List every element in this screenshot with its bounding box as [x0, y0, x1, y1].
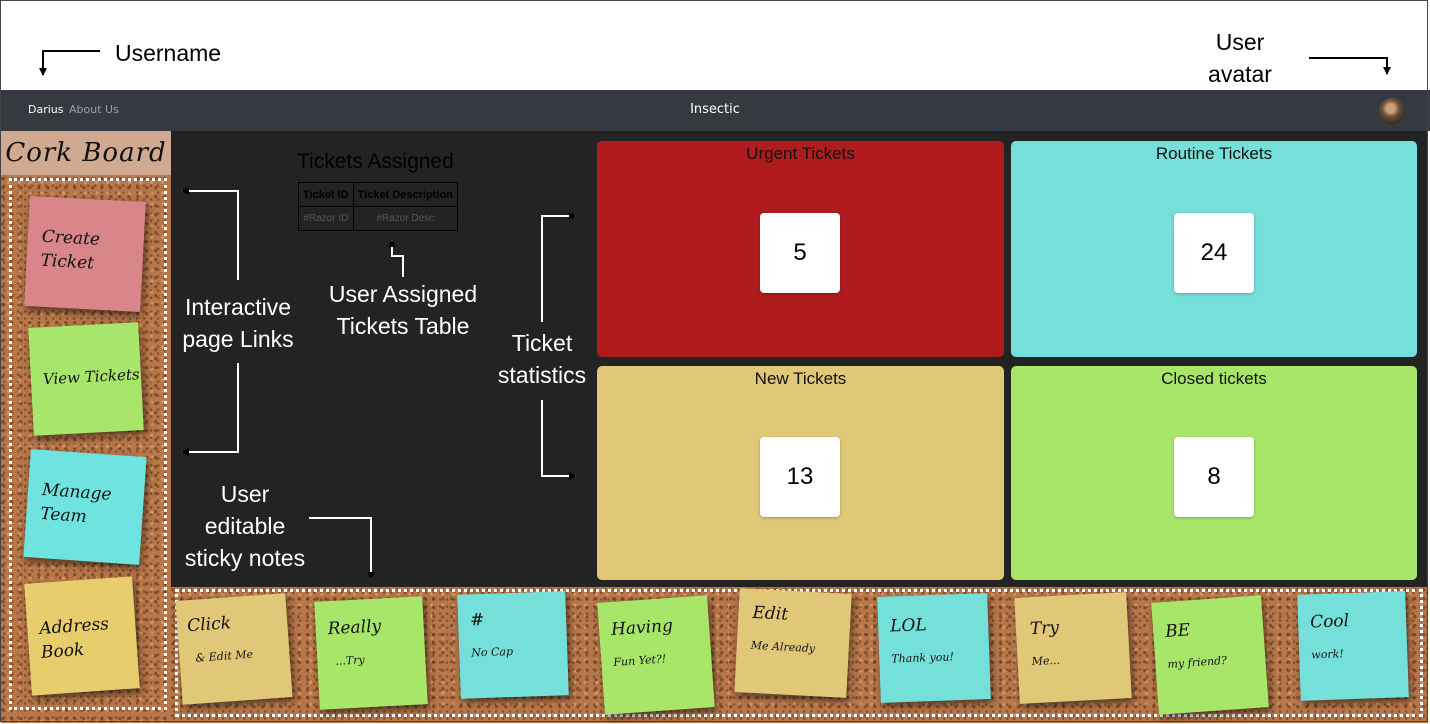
sidebar-cork-board: Cork Board Create Ticket View Tickets Ma…	[1, 131, 171, 723]
annotation-page-links: Interactive page Links	[178, 291, 298, 355]
tickets-assigned-table: Ticket ID Ticket Description #Razor ID #…	[298, 182, 458, 231]
sticky-note-3[interactable]: # No Cap	[457, 591, 569, 699]
routine-tickets-count: 24	[1174, 213, 1254, 293]
sticky-note-body: Me...	[1031, 653, 1061, 669]
arrow-user-avatar	[1309, 57, 1391, 75]
sticky-notes-board: Click & Edit Me Really ...Try # No Cap Havi…	[171, 587, 1428, 723]
annotation-user-avatar: User avatar	[1200, 26, 1280, 90]
sticky-note-body: my friend?	[1167, 653, 1228, 671]
annotation-sticky-notes: User editable sticky notes	[175, 478, 315, 574]
table-cell-ticket-id: #Razor ID	[298, 206, 354, 231]
annotation-username: Username	[115, 40, 222, 66]
user-avatar-icon[interactable]	[1379, 98, 1405, 124]
sticky-note-6[interactable]: LOL Thank you!	[877, 593, 991, 703]
sticky-note-title: Click	[186, 613, 232, 637]
urgent-tickets-count: 5	[760, 213, 840, 293]
new-tickets-count: 13	[760, 437, 840, 517]
sticky-note-body: & Edit Me	[195, 647, 254, 665]
sidebar-note-view-tickets[interactable]: View Tickets	[28, 322, 144, 436]
app-brand-label[interactable]: Insectic	[690, 102, 740, 117]
new-tickets-card[interactable]: New Tickets 13	[597, 366, 1004, 580]
sticky-note-title: Really	[327, 616, 382, 640]
app-brand[interactable]: Insectic	[0, 102, 1430, 117]
table-header-ticket-id: Ticket ID	[298, 182, 354, 207]
sticky-note-body: Thank you!	[891, 650, 955, 666]
annotation-ticket-statistics-line2: statistics	[497, 362, 587, 388]
annotation-ticket-statistics: Ticket statistics	[492, 327, 592, 391]
annotation-sticky-notes-line3: sticky notes	[184, 545, 306, 571]
sticky-note-title: Try	[1029, 617, 1060, 640]
annotation-ticket-statistics-line1: Ticket	[511, 330, 573, 356]
sticky-note-5[interactable]: Edit Me Already	[734, 588, 852, 698]
table-cell-ticket-description: #Razor Desc	[352, 206, 458, 231]
sticky-note-9[interactable]: Cool work!	[1297, 591, 1409, 701]
closed-tickets-title: Closed tickets	[1161, 369, 1267, 388]
routine-tickets-title: Routine Tickets	[1155, 144, 1273, 163]
sidebar-note-manage-team[interactable]: Manage Team	[23, 449, 147, 565]
new-tickets-title: New Tickets	[754, 369, 847, 388]
annotation-page-links-line1: Interactive	[184, 294, 292, 320]
closed-tickets-count: 8	[1174, 437, 1254, 517]
sticky-note-body: work!	[1311, 647, 1344, 662]
annotation-tickets-table-line1: User Assigned	[328, 281, 478, 307]
sticky-note-1[interactable]: Click & Edit Me	[175, 593, 293, 705]
sticky-note-title: Cool	[1309, 611, 1350, 633]
sticky-note-4[interactable]: Having Fun Yet?!	[597, 595, 715, 715]
sidebar-note-label: Manage Team	[39, 479, 113, 528]
annotation-tickets-table-line2: Tickets Table	[336, 313, 470, 339]
annotation-sticky-notes-line1: User	[220, 481, 270, 507]
sticky-note-8[interactable]: BE my friend?	[1151, 595, 1269, 715]
sticky-note-title: Having	[610, 615, 674, 641]
sidebar-note-label: View Tickets	[42, 365, 141, 389]
table-row[interactable]: #Razor ID #Razor Desc	[298, 206, 458, 231]
annotation-user-avatar-line2: avatar	[1208, 61, 1272, 87]
sticky-note-body: Me Already	[750, 638, 816, 656]
sticky-note-body: ...Try	[335, 653, 366, 668]
sticky-note-title: LOL	[889, 615, 928, 637]
urgent-tickets-title: Urgent Tickets	[746, 144, 855, 163]
annotation-user-avatar-line1: User	[1215, 29, 1265, 55]
sticky-note-title: #	[469, 609, 485, 631]
sticky-note-body: Fun Yet?!	[612, 652, 667, 669]
sticky-note-title: Edit	[751, 602, 789, 625]
tickets-assigned-title: Tickets Assigned	[297, 150, 454, 173]
sidebar-note-create-ticket[interactable]: Create Ticket	[24, 196, 146, 312]
annotation-page-links-line2: page Links	[182, 326, 294, 352]
routine-tickets-card[interactable]: Routine Tickets 24	[1011, 141, 1417, 357]
sticky-note-2[interactable]: Really ...Try	[314, 596, 428, 710]
closed-tickets-card[interactable]: Closed tickets 8	[1011, 366, 1417, 580]
sticky-note-7[interactable]: Try Me...	[1014, 592, 1132, 704]
urgent-tickets-card[interactable]: Urgent Tickets 5	[597, 141, 1004, 357]
sidebar-note-label: Create Ticket	[40, 226, 101, 274]
sidebar-note-address-book[interactable]: Address Book	[24, 576, 140, 696]
sticky-note-title: BE	[1164, 620, 1191, 643]
annotation-sticky-notes-line2: editable	[204, 513, 286, 539]
arrow-username	[39, 50, 100, 76]
sidebar-title: Cork Board	[1, 131, 171, 175]
top-navbar: Darius About Us Insectic	[0, 90, 1430, 131]
sticky-note-body: No Cap	[471, 645, 514, 660]
annotation-tickets-table: User Assigned Tickets Table	[322, 278, 484, 342]
sidebar-note-label: Address Book	[38, 614, 110, 663]
table-header-ticket-description: Ticket Description	[352, 182, 458, 207]
